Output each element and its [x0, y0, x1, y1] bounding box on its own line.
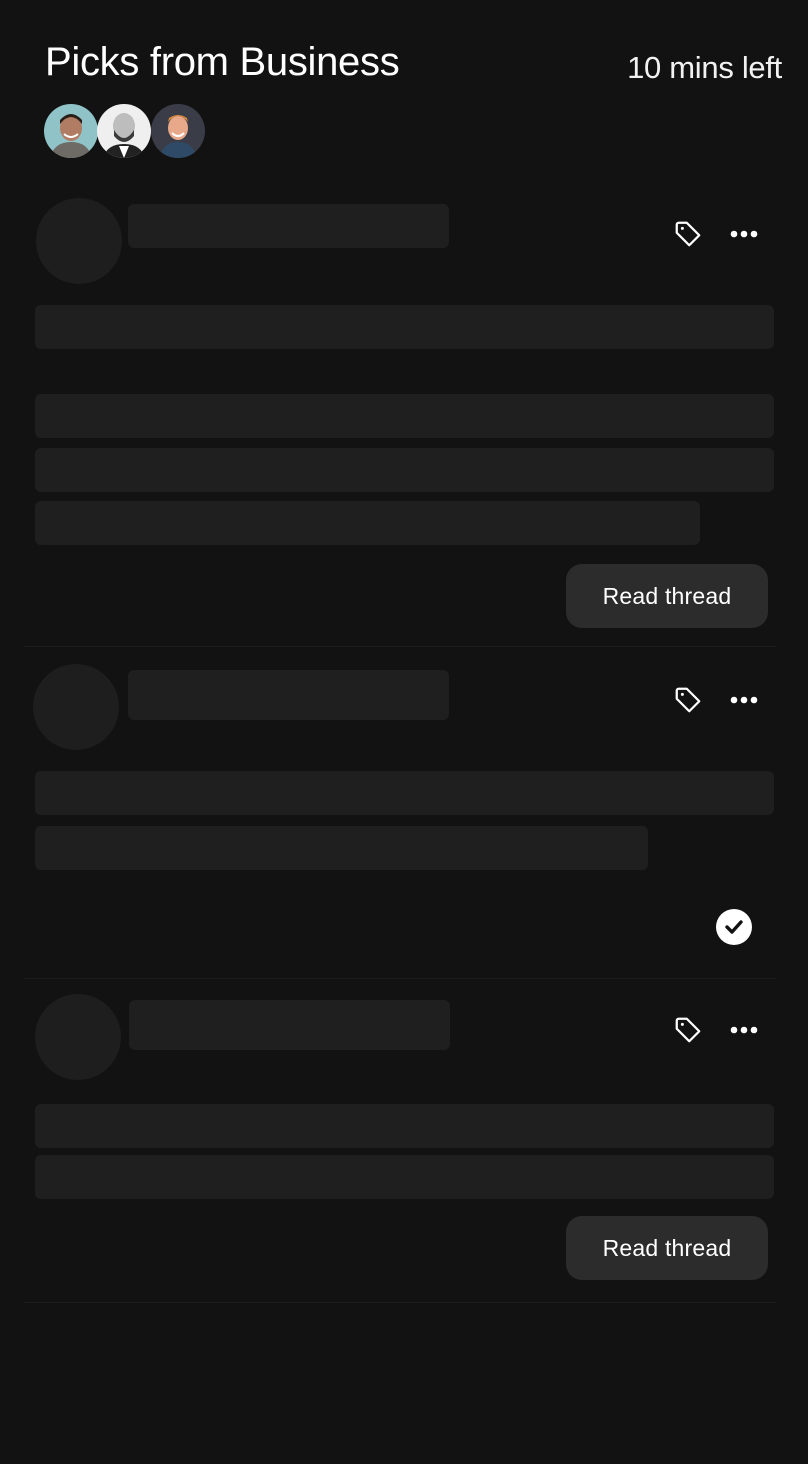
- divider: [24, 646, 776, 647]
- text-placeholder: [35, 305, 774, 349]
- page-title: Picks from Business: [45, 40, 400, 84]
- read-thread-button[interactable]: Read thread: [566, 564, 768, 628]
- avatar: [44, 104, 98, 158]
- avatar-placeholder: [35, 994, 121, 1080]
- text-placeholder: [35, 1155, 774, 1199]
- tag-icon: [675, 221, 701, 247]
- avatar: [97, 104, 151, 158]
- tag-button[interactable]: [670, 1012, 706, 1048]
- tag-icon: [675, 1017, 701, 1043]
- text-placeholder: [35, 771, 774, 815]
- text-placeholder: [35, 394, 774, 438]
- text-placeholder: [35, 448, 774, 492]
- time-left-label: 10 mins left: [627, 50, 782, 85]
- header: Picks from Business 10 mins left: [0, 0, 808, 180]
- tag-icon: [675, 687, 701, 713]
- author-placeholder: [128, 204, 449, 248]
- text-placeholder: [35, 1104, 774, 1148]
- divider: [24, 978, 776, 979]
- divider: [24, 1302, 776, 1303]
- tag-button[interactable]: [670, 216, 706, 252]
- text-placeholder: [35, 501, 700, 545]
- completed-check-button[interactable]: [716, 909, 752, 945]
- more-icon: [730, 696, 758, 704]
- text-placeholder: [35, 826, 648, 870]
- author-placeholder: [128, 670, 449, 720]
- avatar: [151, 104, 205, 158]
- avatar-placeholder: [36, 198, 122, 284]
- more-icon: [730, 1026, 758, 1034]
- more-options-button[interactable]: [726, 1012, 762, 1048]
- avatar-placeholder: [33, 664, 119, 750]
- check-icon: [725, 920, 743, 934]
- more-icon: [730, 230, 758, 238]
- author-placeholder: [129, 1000, 450, 1050]
- tag-button[interactable]: [670, 682, 706, 718]
- read-thread-button[interactable]: Read thread: [566, 1216, 768, 1280]
- more-options-button[interactable]: [726, 216, 762, 252]
- more-options-button[interactable]: [726, 682, 762, 718]
